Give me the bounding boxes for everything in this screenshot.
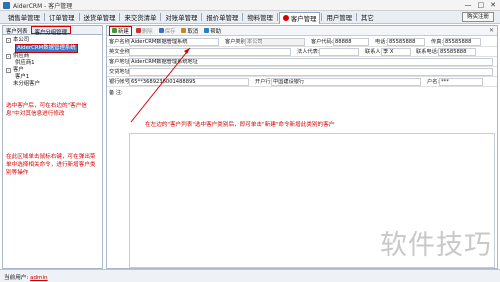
current-user-link[interactable]: admin (30, 275, 48, 281)
status-bar: 当前用户: admin (0, 269, 500, 282)
code-label: 客户代码: (311, 39, 334, 45)
toolbar: 新建 删除 保存 取消 帮助 ✕ (107, 25, 497, 36)
full-name-label: 英文全称: (109, 49, 132, 55)
panel-close-icon[interactable]: ✕ (489, 27, 494, 34)
app-icon (3, 2, 10, 9)
help-icon (204, 28, 210, 33)
menu-quotes[interactable]: 报价单管理 (203, 13, 241, 22)
register-button[interactable]: 购买注册 (462, 12, 494, 22)
save-icon (158, 28, 164, 33)
window-title: AiderCRM - 客户管理 (13, 3, 73, 10)
customer-name-label: 客户名称: (109, 39, 132, 45)
menu-delivery[interactable]: 送货单管理 (81, 13, 119, 22)
tree-node-company[interactable]: - 本公司 (6, 37, 99, 44)
status-label: 当前用户: (4, 275, 29, 281)
delivery-address-field[interactable] (129, 67, 493, 76)
annotation-right-click-tip: 在此区域单击鼠标右键，可在弹出菜单中选择相关命令，进行新增客户类别等操作 (6, 154, 96, 176)
customer-tree: - 本公司 AiderCRM数据管理系统 - 供应商 供应商1 - 客户 客户1… (3, 35, 102, 90)
contact-label: 联系人: (365, 49, 383, 55)
menu-bar: 销售单管理 订单管理 送货单管理 来交货清单 对账单管理 报价单管理 物料管理 … (0, 11, 500, 24)
collapse-icon[interactable]: - (6, 54, 11, 59)
save-button[interactable]: 保存 (157, 27, 178, 35)
tab-customer-list[interactable]: 客户列表 (3, 26, 31, 35)
customer-name-field[interactable]: AiderCRM数据管理系统 (129, 37, 219, 46)
fax-field[interactable]: 85585888 (443, 37, 481, 46)
code-field[interactable]: 88888 (333, 37, 369, 46)
menu-statements[interactable]: 对账单管理 (162, 13, 200, 22)
delete-button[interactable]: 删除 (134, 27, 155, 35)
menu-other[interactable]: 其它 (358, 13, 377, 22)
tree-node-customers[interactable]: - 客户 (6, 67, 99, 74)
collapse-icon[interactable]: - (6, 38, 11, 43)
category-field[interactable]: 本公司 (245, 37, 305, 46)
address-field[interactable]: AiderCRM数据管理系统地址 (129, 57, 493, 66)
new-button[interactable]: 新建 (109, 25, 132, 36)
cancel-button[interactable]: 取消 (179, 27, 200, 35)
maximize-button[interactable]: □ (478, 1, 485, 9)
minimize-button[interactable]: — (465, 1, 472, 9)
tree-node-ungrouped[interactable]: 未分组客户 (6, 81, 99, 88)
contact-phone-field[interactable]: 85585888 (438, 47, 476, 56)
customer-form: 客户名称: AiderCRM数据管理系统 客户类别: 本公司 客户代码: 888… (107, 37, 497, 97)
menu-sales[interactable]: 销售单管理 (5, 13, 43, 22)
address-label: 客户地址: (109, 59, 132, 65)
contact-phone-label: 联系电话: (416, 49, 439, 55)
customer-list-panel: 客户列表 客户分组管理 - 本公司 AiderCRM数据管理系统 - 供应商 供… (2, 25, 103, 269)
legal-rep-field[interactable] (319, 47, 359, 56)
bank-account-label: 银行帐号: (109, 79, 132, 85)
phone-field[interactable]: 85585888 (387, 37, 425, 46)
watermark: 软件技巧 (380, 230, 492, 261)
category-label: 客户类别: (225, 39, 248, 45)
bank-field[interactable]: 中国建设银行 (271, 77, 421, 86)
menu-customers[interactable]: 客户管理 (278, 11, 321, 24)
phone-label: 电话: (375, 39, 388, 45)
delivery-address-label: 交货地址: (109, 69, 132, 75)
menu-orders[interactable]: 订单管理 (46, 13, 78, 22)
help-button[interactable]: 帮助 (202, 27, 223, 35)
tree-node-customer1[interactable]: 客户1 (6, 74, 99, 81)
alert-badge-icon (282, 15, 289, 21)
menu-customers-label: 客户管理 (290, 14, 317, 23)
menu-users[interactable]: 用户管理 (323, 13, 355, 22)
contact-field[interactable]: 李 X (381, 47, 411, 56)
annotation-edit-tip: 选中客户后，可在右边的"客户信息"中对其信息进行修改 (6, 103, 87, 117)
bank-account-field[interactable]: 65**3689236001488895 (129, 77, 249, 86)
fax-label: 传真: (431, 39, 444, 45)
title-bar: AiderCRM - 客户管理 — □ ✕ (0, 0, 500, 11)
cancel-icon (181, 28, 187, 33)
menu-materials[interactable]: 物料管理 (244, 13, 276, 22)
full-name-field[interactable] (129, 47, 291, 56)
account-name-field[interactable]: *** (439, 77, 483, 86)
legal-rep-label: 法人代表: (297, 49, 320, 55)
notes-label: 备 注: (109, 89, 123, 96)
bank-label: 开户行: (255, 79, 273, 85)
tab-customer-groups[interactable]: 客户分组管理 (30, 26, 71, 36)
menu-incoming[interactable]: 来交货清单 (121, 13, 159, 22)
delete-icon (135, 28, 141, 33)
annotation-new-tip: 在左边的"客户列表"选中客户类别后，即可单击"新建"命令新增此类别的客户 (145, 122, 335, 128)
tree-node-suppliers[interactable]: - 供应商 (6, 53, 99, 60)
new-icon (112, 28, 117, 33)
collapse-icon[interactable]: - (6, 68, 11, 73)
close-button[interactable]: ✕ (490, 1, 496, 9)
tree-node-supplier1[interactable]: 供应商1 (6, 60, 99, 67)
tree-node-aidercrm[interactable]: AiderCRM数据管理系统 (6, 44, 99, 53)
account-name-label: 户名: (427, 79, 440, 85)
